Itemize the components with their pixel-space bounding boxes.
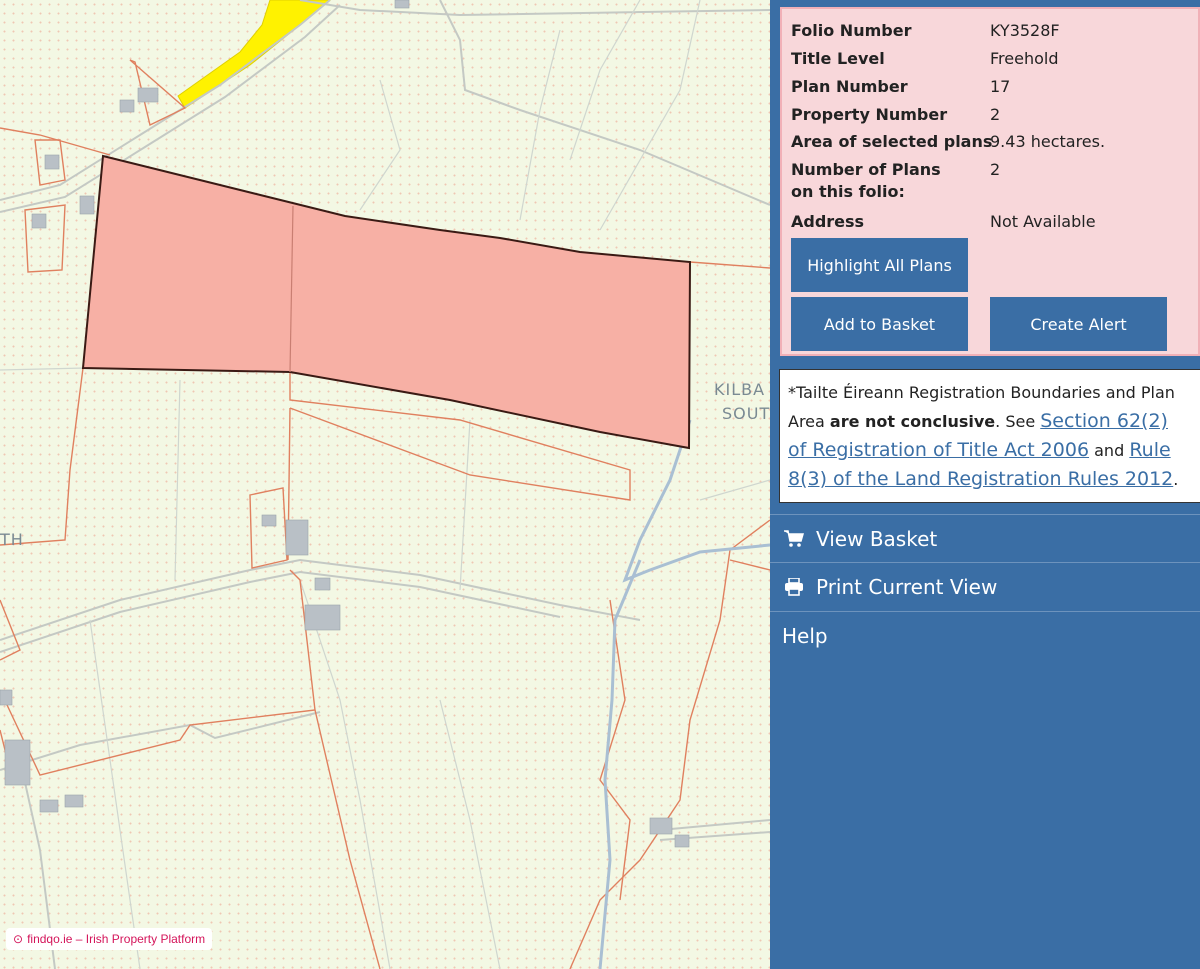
print-current-view-label: Print Current View bbox=[816, 575, 998, 599]
selected-parcel[interactable] bbox=[81, 154, 692, 450]
help-link[interactable]: Help bbox=[770, 612, 1200, 660]
plan-number-value: 17 bbox=[990, 77, 1011, 96]
disclaimer-bold: are not conclusive bbox=[829, 412, 996, 431]
printer-icon bbox=[782, 578, 806, 596]
edge-townland-label: TH bbox=[0, 530, 24, 549]
cart-icon bbox=[782, 530, 806, 548]
property-number-value: 2 bbox=[990, 105, 1001, 124]
view-basket-link[interactable]: View Basket bbox=[770, 515, 1200, 563]
area-label: Area of selected plans bbox=[791, 132, 993, 151]
plan-count-label: Number of Plans on this folio: bbox=[791, 160, 941, 201]
watermark: ⊙ findqo.ie – Irish Property Platform bbox=[6, 928, 213, 950]
plan-number-label: Plan Number bbox=[791, 77, 908, 96]
help-label: Help bbox=[782, 624, 828, 648]
add-to-basket-button[interactable]: Add to Basket bbox=[791, 297, 968, 351]
townland-label-2: SOUT bbox=[722, 404, 770, 423]
folio-details: Folio Number KY3528F Title Level Freehol… bbox=[780, 7, 1200, 356]
disclaimer-see: . See bbox=[995, 412, 1041, 431]
area-value: 9.43 hectares. bbox=[990, 132, 1106, 151]
folio-number-value: KY3528F bbox=[990, 21, 1060, 40]
print-current-view-link[interactable]: Print Current View bbox=[770, 563, 1200, 611]
view-basket-label: View Basket bbox=[816, 527, 938, 551]
folio-number-label: Folio Number bbox=[791, 21, 912, 40]
highlighted-parcel bbox=[177, 0, 331, 109]
findqo-logo-icon: ⊙ bbox=[13, 932, 24, 946]
map-canvas[interactable] bbox=[0, 0, 770, 969]
create-alert-button[interactable]: Create Alert bbox=[990, 297, 1167, 351]
property-number-label: Property Number bbox=[791, 105, 948, 124]
townland-label: KILBA bbox=[714, 380, 766, 399]
disclaimer-and: and bbox=[1089, 441, 1130, 460]
plan-count-value: 2 bbox=[990, 160, 1001, 179]
title-level-label: Title Level bbox=[791, 49, 885, 68]
address-label: Address bbox=[791, 212, 865, 231]
map-view[interactable]: KILBA SOUT TH ⊙ findqo.ie – Irish Proper… bbox=[0, 0, 770, 969]
address-value: Not Available bbox=[990, 212, 1096, 231]
disclaimer-end: . bbox=[1173, 470, 1179, 489]
side-panel: Folio Number KY3528F Title Level Freehol… bbox=[770, 0, 1200, 969]
title-level-value: Freehold bbox=[990, 49, 1059, 68]
river bbox=[598, 419, 770, 969]
disclaimer-box: *Tailte Éireann Registration Boundaries … bbox=[779, 369, 1200, 503]
highlight-all-plans-button[interactable]: Highlight All Plans bbox=[791, 238, 968, 292]
watermark-text: findqo.ie – Irish Property Platform bbox=[27, 932, 206, 946]
